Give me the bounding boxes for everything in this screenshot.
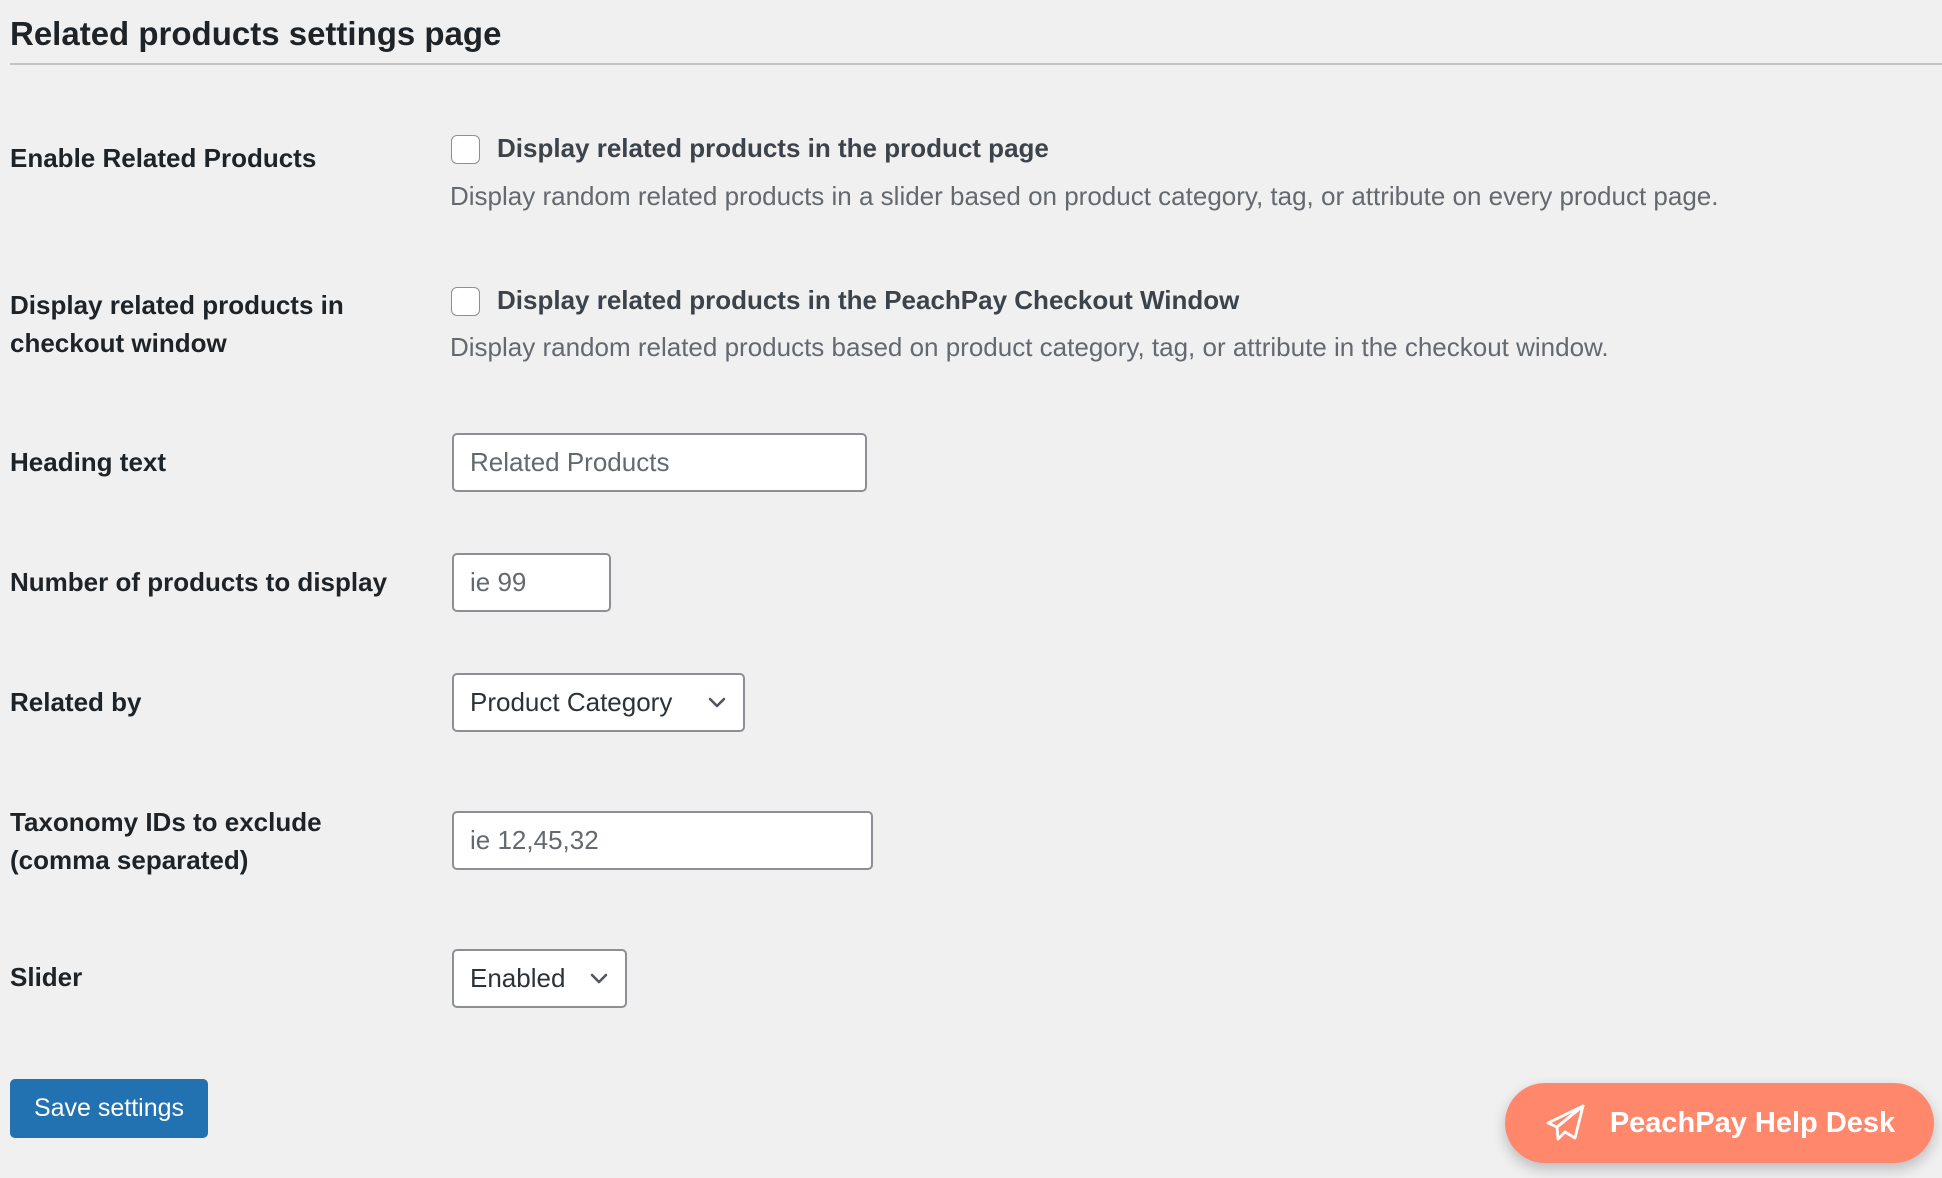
enable-related-label: Enable Related Products xyxy=(10,143,317,173)
enable-related-description: Display random related products in a sli… xyxy=(450,181,1719,211)
help-desk-label: PeachPay Help Desk xyxy=(1609,1106,1896,1139)
checkout-window-label: Display related products in checkout win… xyxy=(10,286,430,362)
checkout-window-checkbox-label[interactable]: Display related products in the PeachPay… xyxy=(497,283,1239,317)
chevron-down-icon xyxy=(708,697,726,707)
chevron-down-icon xyxy=(590,973,608,983)
heading-text-placeholder: Related Products xyxy=(470,447,670,477)
taxonomy-exclude-label-line2: (comma separated) xyxy=(10,845,249,875)
taxonomy-exclude-input[interactable]: ie 12,45,32 xyxy=(452,811,873,870)
related-by-selected-value: Product Category xyxy=(470,687,673,717)
save-settings-button[interactable]: Save settings xyxy=(10,1079,208,1138)
heading-text-label: Heading text xyxy=(10,447,167,477)
checkout-window-description: Display random related products based on… xyxy=(450,332,1609,362)
save-settings-label: Save settings xyxy=(33,1094,185,1122)
heading-text-input[interactable]: Related Products xyxy=(452,433,867,492)
enable-related-checkbox[interactable] xyxy=(451,135,480,164)
help-desk-button[interactable]: PeachPay Help Desk xyxy=(1505,1083,1934,1163)
slider-label: Slider xyxy=(10,962,83,992)
paper-plane-icon xyxy=(1546,1104,1585,1141)
num-products-placeholder: ie 99 xyxy=(470,567,527,597)
num-products-input[interactable]: ie 99 xyxy=(452,553,611,612)
taxonomy-exclude-label-line1: Taxonomy IDs to exclude xyxy=(10,807,322,837)
slider-selected-value: Enabled xyxy=(470,963,566,993)
enable-related-checkbox-label[interactable]: Display related products in the product … xyxy=(497,131,1049,165)
checkout-window-checkbox[interactable] xyxy=(451,287,480,316)
settings-page: Related products settings page Enable Re… xyxy=(0,0,1942,1178)
title-divider xyxy=(10,63,1942,65)
slider-select[interactable]: Enabled xyxy=(452,949,627,1008)
related-by-select[interactable]: Product Category xyxy=(452,673,745,732)
related-by-label: Related by xyxy=(10,687,142,717)
num-products-label: Number of products to display xyxy=(10,567,388,597)
taxonomy-exclude-label: Taxonomy IDs to exclude (comma separated… xyxy=(10,803,430,879)
checkout-window-label-line1: Display related products in xyxy=(10,290,344,320)
page-title: Related products settings page xyxy=(10,15,502,52)
checkout-window-label-line2: checkout window xyxy=(10,328,227,358)
taxonomy-exclude-placeholder: ie 12,45,32 xyxy=(470,825,599,855)
